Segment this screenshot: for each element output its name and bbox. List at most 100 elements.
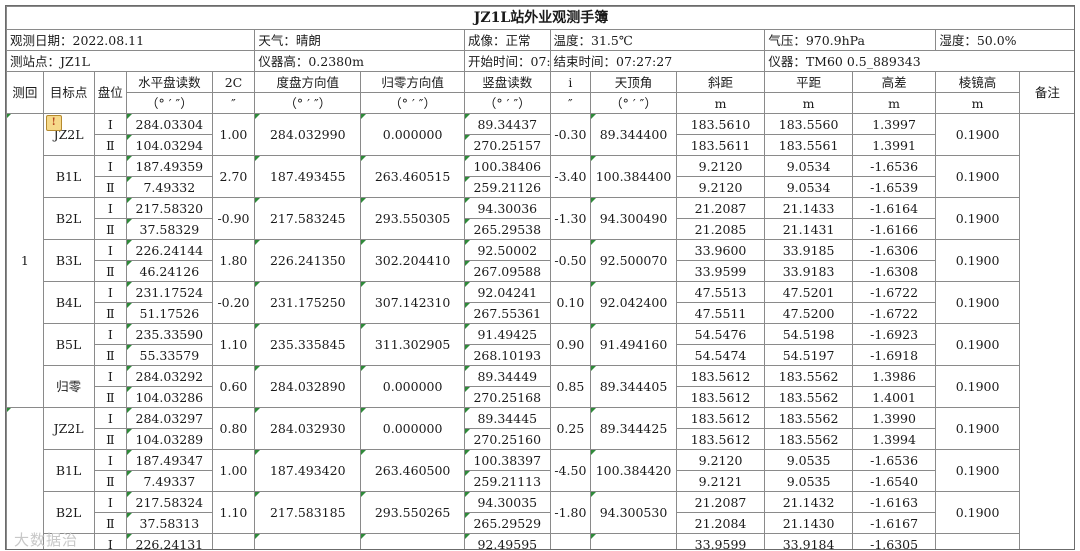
v-reading: 259.21113	[464, 470, 551, 492]
header-2c: 2C	[211, 71, 256, 93]
two-c-value: -0.90	[211, 197, 256, 240]
slope-distance: 183.5612	[675, 386, 766, 408]
hz-reading: 104.03289	[126, 428, 213, 450]
zeroed-direction: 293.550305	[360, 197, 466, 240]
face-position: Ⅰ	[93, 449, 128, 471]
i-value: -4.50	[549, 449, 592, 492]
v-reading: 92.50002	[464, 239, 551, 261]
target-name: B2L	[42, 491, 95, 534]
slope-distance: 54.5474	[675, 344, 766, 366]
height-difference: -1.6722	[851, 302, 937, 324]
two-c-value: -0.20	[211, 281, 256, 324]
zenith-angle: 89.344425	[590, 407, 677, 450]
horizontal-distance: 21.1432	[764, 491, 853, 513]
unit-prism-height: m	[935, 92, 1020, 114]
target-name: ! JZ2L	[42, 113, 95, 156]
round-number: 1	[6, 113, 44, 408]
horizontal-distance: 183.5562	[764, 407, 853, 429]
table-row: B3LⅠ226.241310.10226.241305302.20438592.…	[7, 533, 1075, 549]
direction-value: 187.493455	[254, 155, 362, 198]
direction-value: 226.241350	[254, 239, 362, 282]
slope-distance: 54.5476	[675, 323, 766, 345]
hz-reading: 284.03297	[126, 407, 213, 429]
header-slope-dist: 斜距	[675, 71, 766, 93]
zenith-angle: 100.384420	[590, 449, 677, 492]
pressure: 气压：970.9hPa	[764, 29, 937, 51]
v-reading: 92.49595	[464, 533, 551, 549]
prism-height: 0.1900	[935, 491, 1020, 534]
height-difference: -1.6536	[851, 155, 937, 177]
temperature: 温度：31.5℃	[549, 29, 766, 51]
zeroed-direction: 302.204385	[360, 533, 466, 549]
height-difference: -1.6540	[851, 470, 937, 492]
observation-table: JZ1L站外业观测手簿 观测日期：2022.08.11 天气：晴朗 成像：正常 …	[6, 6, 1075, 549]
direction-value: 217.583185	[254, 491, 362, 534]
unit-dir-value: （° ′ ″）	[254, 92, 362, 114]
horizontal-distance: 9.0535	[764, 449, 853, 471]
height-difference: -1.6722	[851, 281, 937, 303]
height-difference: -1.6167	[851, 512, 937, 534]
header-face: 盘位	[93, 71, 128, 114]
v-reading: 267.09588	[464, 260, 551, 282]
v-reading: 89.34445	[464, 407, 551, 429]
table-row: B5L Ⅰ 235.33590 1.10 235.335845 311.302905 91.…	[7, 323, 1075, 366]
warning-icon[interactable]: !	[45, 115, 62, 131]
face-position: Ⅱ	[93, 428, 128, 450]
zeroed-direction: 302.204410	[360, 239, 466, 282]
v-reading: 270.25168	[464, 386, 551, 408]
table-row: B2L Ⅰ 217.58320 -0.90 217.583245 293.550305 94…	[7, 197, 1075, 240]
table-row: Ⅱ 46.24126 267.09588 33.9599 33.9183 -1.6308	[7, 260, 1075, 282]
horizontal-distance: 183.5561	[764, 134, 853, 156]
i-value: -1.80	[549, 491, 592, 534]
table-row: B2L Ⅰ 217.58324 1.10 217.583185 293.550265 94.…	[7, 491, 1075, 534]
prism-height: 0.1900	[935, 533, 1020, 549]
face-position: Ⅰ	[93, 323, 128, 345]
i-value: 0.90	[549, 323, 592, 366]
unit-height-diff: m	[851, 92, 937, 114]
direction-value: 284.032990	[254, 113, 362, 156]
header-dir-value: 度盘方向值	[254, 71, 362, 93]
table-row: B1L Ⅰ 187.49359 2.70 187.493455 263.460515 100…	[7, 155, 1075, 198]
zeroed-direction: 0.000000	[360, 113, 466, 156]
hz-reading: 37.58329	[126, 218, 213, 240]
two-c-value: 1.10	[211, 491, 256, 534]
hz-reading: 231.17524	[126, 281, 213, 303]
i-value: 0.10	[549, 281, 592, 324]
target-name: B2L	[42, 197, 95, 240]
unit-i: ″	[549, 92, 592, 114]
header-i: i	[549, 71, 592, 93]
horizontal-distance: 47.5200	[764, 302, 853, 324]
prism-height: 0.1900	[935, 449, 1020, 492]
observation-sheet: JZ1L站外业观测手簿 观测日期：2022.08.11 天气：晴朗 成像：正常 …	[5, 5, 1075, 550]
face-position: Ⅱ	[93, 512, 128, 534]
v-reading: 265.29538	[464, 218, 551, 240]
header-height-diff: 高差	[851, 71, 937, 93]
table-row: JZ2L Ⅰ 284.03297 0.80 284.032930 0.000000 89.3…	[6, 407, 1075, 549]
unit-horiz-dist: m	[764, 92, 853, 114]
face-position: Ⅱ	[93, 218, 128, 240]
horizontal-distance: 183.5562	[764, 428, 853, 450]
unit-2c: ″	[211, 92, 256, 114]
direction-value: 284.032890	[254, 365, 362, 408]
header-zero-dir: 归零方向值	[360, 71, 466, 93]
face-position: Ⅰ	[93, 155, 128, 177]
target-name: 归零	[42, 365, 95, 408]
table-row: B4L Ⅰ 231.17524 -0.20 231.175250 307.142310 92…	[7, 281, 1075, 324]
zenith-angle: 89.344405	[590, 365, 677, 408]
slope-distance: 183.5611	[675, 134, 766, 156]
face-position: Ⅰ	[93, 197, 128, 219]
i-value: -3.40	[549, 155, 592, 198]
two-c-value: 1.10	[211, 323, 256, 366]
slope-distance: 21.2084	[675, 512, 766, 534]
horizontal-distance: 47.5201	[764, 281, 853, 303]
imaging: 成像：正常	[464, 29, 551, 51]
unit-hz-reading: （° ′ ″）	[126, 92, 213, 114]
zeroed-direction: 0.000000	[360, 407, 466, 450]
slope-distance: 9.2121	[675, 470, 766, 492]
slope-distance: 9.2120	[675, 176, 766, 198]
slope-distance: 21.2087	[675, 197, 766, 219]
height-difference: 1.3997	[851, 113, 937, 135]
v-reading: 100.38406	[464, 155, 551, 177]
header-zenith: 天顶角	[590, 71, 677, 93]
i-value: 0.25	[549, 407, 592, 450]
